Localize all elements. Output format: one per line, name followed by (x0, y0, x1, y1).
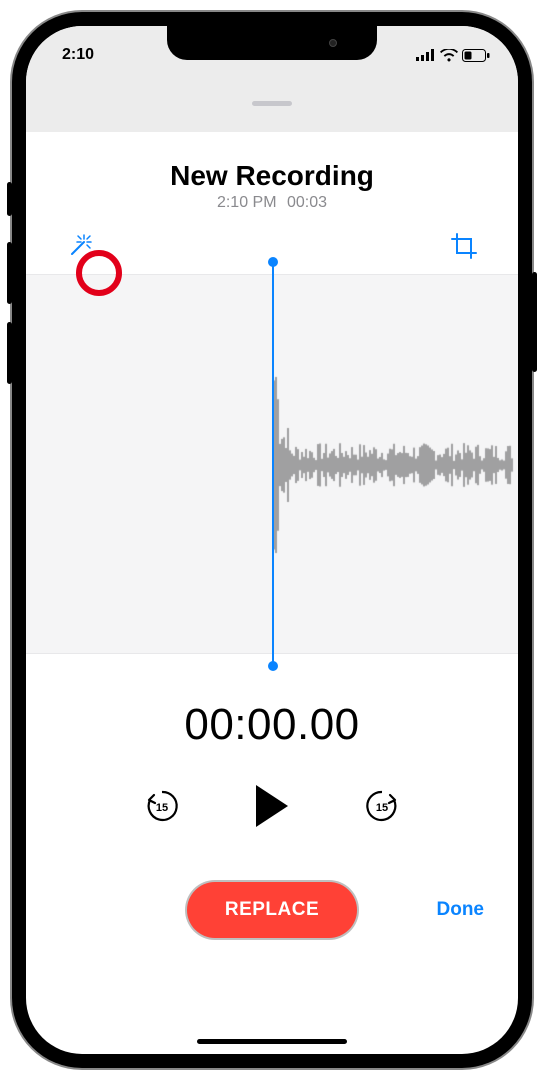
crop-icon (451, 233, 477, 259)
timer-area: 00:00.00 (26, 654, 518, 770)
recording-duration: 00:03 (287, 194, 327, 211)
cellular-icon (416, 49, 436, 61)
power-button (532, 272, 537, 372)
volume-down-button (7, 322, 12, 384)
playhead-icon[interactable] (272, 261, 274, 667)
svg-text:15: 15 (376, 802, 388, 814)
done-button[interactable]: Done (437, 899, 485, 921)
mute-switch (7, 182, 12, 216)
volume-up-button (7, 242, 12, 304)
recording-subtitle: 2:10 PM 00:03 (26, 194, 518, 212)
battery-icon (462, 49, 490, 62)
grabber-icon (252, 101, 292, 106)
trim-button[interactable] (444, 226, 484, 266)
skip-forward-15-icon: 15 (365, 787, 399, 825)
waveform-area[interactable] (26, 274, 518, 654)
sheet-grabber-area[interactable] (26, 74, 518, 132)
phone-frame: 2:10 New (12, 12, 532, 1068)
transport-controls: 15 15 (26, 770, 518, 866)
skip-back-button[interactable]: 15 (142, 786, 182, 826)
skip-forward-button[interactable]: 15 (362, 786, 402, 826)
notch (167, 26, 377, 60)
skip-back-15-icon: 15 (145, 787, 179, 825)
screen: 2:10 New (26, 26, 518, 1054)
status-icons (416, 49, 490, 62)
recording-time: 2:10 PM (217, 194, 277, 211)
home-indicator[interactable] (197, 1039, 347, 1044)
wifi-icon (440, 49, 458, 62)
recording-header: New Recording 2:10 PM 00:03 (26, 132, 518, 216)
playback-timer: 00:00.00 (26, 700, 518, 750)
status-time: 2:10 (62, 46, 94, 64)
front-camera-icon (329, 39, 337, 47)
svg-text:15: 15 (156, 802, 168, 814)
recording-title: New Recording (26, 160, 518, 192)
bottom-actions: REPLACE Done (26, 866, 518, 938)
play-icon (252, 783, 292, 829)
play-button[interactable] (242, 776, 302, 836)
magic-wand-icon (66, 232, 94, 260)
replace-button[interactable]: REPLACE (187, 882, 357, 938)
enhance-button[interactable] (60, 226, 100, 266)
